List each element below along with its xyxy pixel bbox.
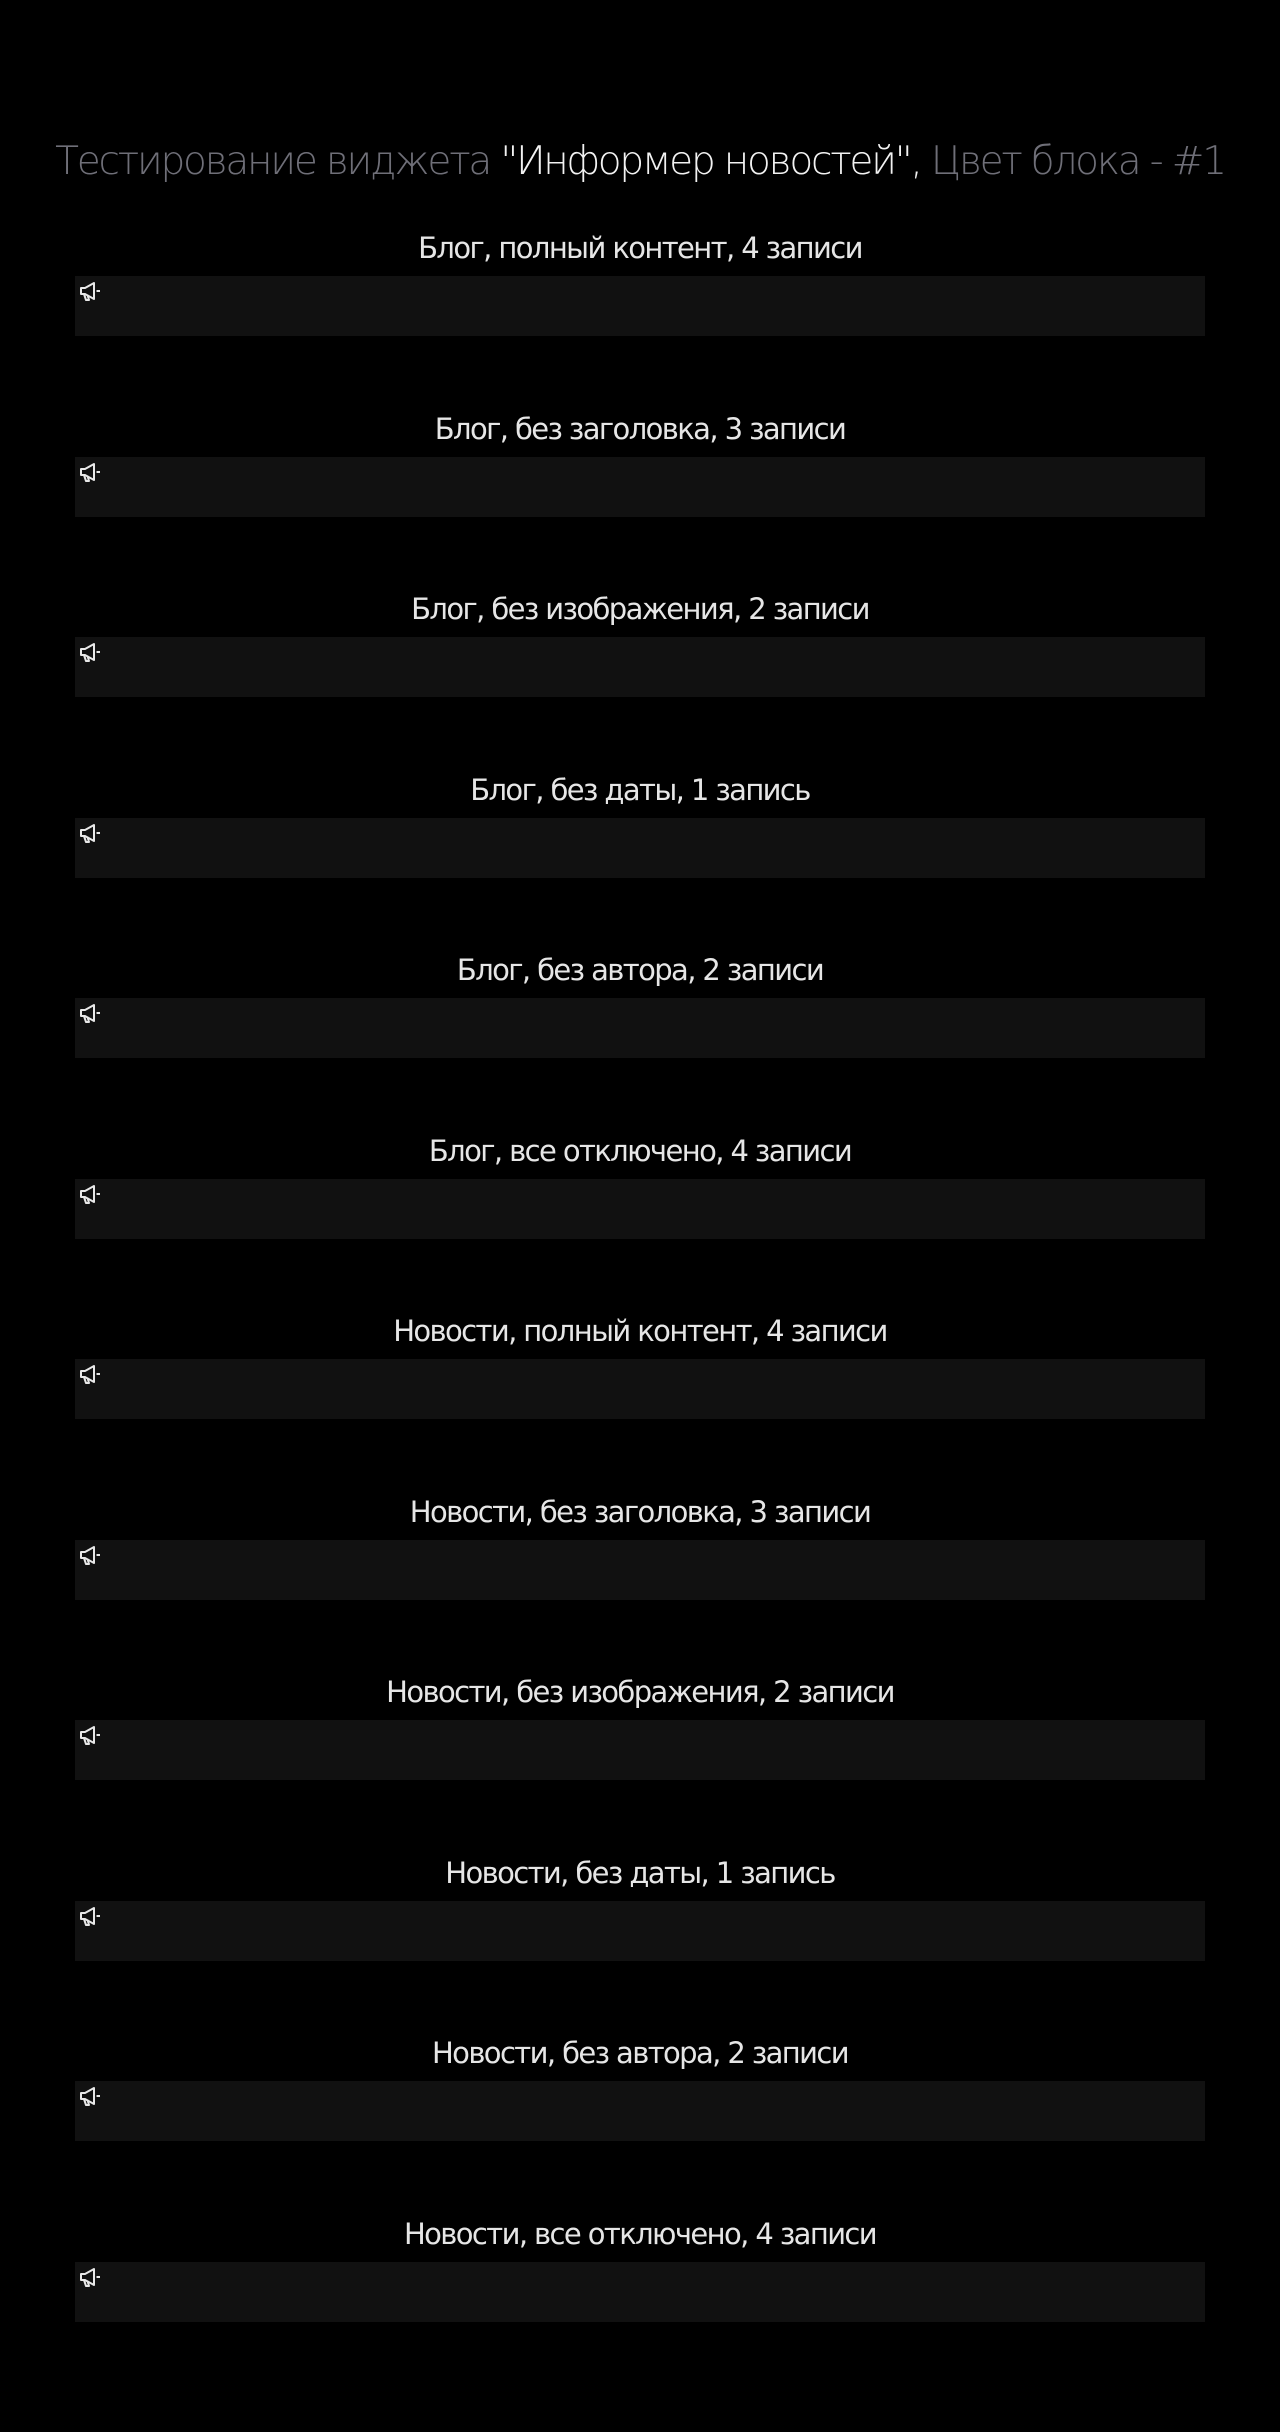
news-informer-widget <box>75 456 1205 517</box>
widget-section: Новости, без заголовка, 3 записи <box>75 1488 1205 1669</box>
megaphone-icon <box>78 1544 102 1566</box>
megaphone-icon <box>78 461 102 483</box>
megaphone-icon <box>78 280 102 302</box>
section-title: Новости, без автора, 2 записи <box>431 2036 850 2070</box>
page-title-prefix: Тестирование виджета <box>55 139 492 185</box>
news-informer-widget <box>75 1539 1205 1600</box>
widget-section: Блог, без даты, 1 запись <box>75 766 1205 947</box>
section-title: Блог, без заголовка, 3 записи <box>434 411 847 446</box>
section-title: Новости, без заголовка, 3 записи <box>409 1494 872 1529</box>
megaphone-icon <box>78 2266 102 2288</box>
news-informer-widget <box>75 1720 1205 1780</box>
megaphone-icon <box>78 2085 102 2107</box>
megaphone-icon <box>78 1363 102 1385</box>
section-title: Новости, полный контент, 4 записи <box>393 1314 888 1348</box>
news-informer-widget <box>75 1359 1205 1419</box>
section-title: Новости, без даты, 1 запись <box>445 1855 836 1890</box>
section-title: Новости, все отключено, 4 записи <box>403 2216 878 2251</box>
megaphone-icon <box>78 1724 102 1746</box>
section-title: Блог, без автора, 2 записи <box>456 953 825 987</box>
widget-section: Блог, без заголовка, 3 записи <box>75 405 1205 586</box>
page-title-block-color: Цвет блока - #1 <box>930 139 1227 185</box>
page-title-widget-name: "Информер новостей", <box>500 139 923 185</box>
megaphone-icon <box>78 1905 102 1927</box>
widget-section: Блог, все отключено, 4 записи <box>75 1127 1205 1308</box>
page-title: Тестирование виджета "Информер новостей"… <box>0 132 1280 192</box>
news-informer-widget <box>75 2261 1205 2322</box>
section-title: Блог, все отключено, 4 записи <box>428 1133 853 1168</box>
widget-section: Новости, без изображения, 2 записи <box>75 1668 1205 1849</box>
widget-section: Новости, все отключено, 4 записи <box>75 2210 1205 2391</box>
section-title: Блог, полный контент, 4 записи <box>418 231 863 265</box>
widget-section: Новости, без автора, 2 записи <box>75 2029 1205 2210</box>
news-informer-widget <box>75 1178 1205 1239</box>
news-informer-widget <box>75 998 1205 1058</box>
megaphone-icon <box>78 1183 102 1205</box>
megaphone-icon <box>78 822 102 844</box>
widget-section: Блог, без автора, 2 записи <box>75 946 1205 1127</box>
section-title: Блог, без даты, 1 запись <box>470 772 811 807</box>
news-informer-widget <box>75 817 1205 878</box>
news-informer-widget <box>75 2081 1205 2141</box>
widget-sections: Блог, полный контент, 4 записи Блог, без … <box>75 224 1205 2390</box>
news-informer-widget <box>75 276 1205 336</box>
news-informer-widget <box>75 1900 1205 1961</box>
widget-section: Новости, без даты, 1 запись <box>75 1849 1205 2030</box>
section-title: Блог, без изображения, 2 записи <box>411 592 870 626</box>
widget-section: Новости, полный контент, 4 записи <box>75 1307 1205 1488</box>
widget-section: Блог, без изображения, 2 записи <box>75 585 1205 766</box>
section-title: Новости, без изображения, 2 записи <box>386 1675 895 1709</box>
megaphone-icon <box>78 641 102 663</box>
news-informer-widget <box>75 637 1205 697</box>
megaphone-icon <box>78 1002 102 1024</box>
widget-section: Блог, полный контент, 4 записи <box>75 224 1205 405</box>
